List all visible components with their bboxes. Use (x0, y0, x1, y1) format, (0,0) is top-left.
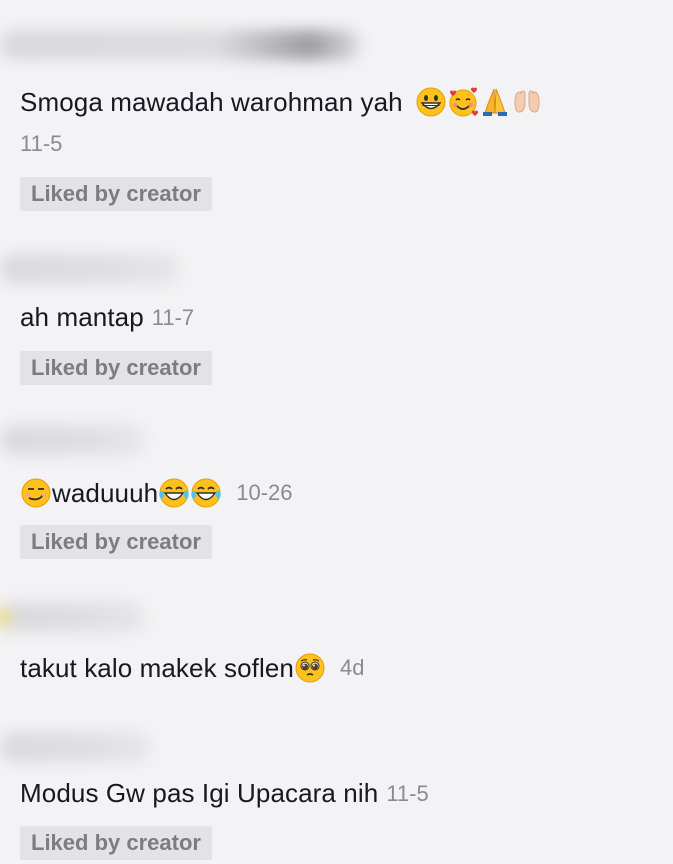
comment-line: Smoga mawadah warohman yah (20, 86, 543, 118)
comment-line: Modus Gw pas Igi Upacara nih 11-5 (20, 778, 429, 809)
comment-timestamp: 11-5 (20, 131, 63, 156)
liked-by-creator-badge: Liked by creator (20, 525, 212, 559)
liked-by-creator-badge: Liked by creator (20, 177, 212, 211)
comment-text: ah mantap (20, 302, 144, 332)
liked-by-creator-badge: Liked by creator (20, 826, 212, 860)
comment-text: waduuuh (52, 477, 159, 508)
comment-timestamp: 11-5 (386, 780, 429, 806)
comment-item[interactable]: Smoga mawadah warohman yah 11-5 Liked by… (0, 0, 673, 230)
username-blurred[interactable] (0, 425, 145, 455)
comment-item[interactable]: ah mantap 11-7 Liked by creator (0, 230, 673, 405)
comment-timestamp: 4d (340, 655, 365, 680)
comment-text: takut kalo makek soflen (20, 652, 294, 683)
comment-text: Modus Gw pas Igi Upacara nih (20, 778, 379, 808)
avatar-blur-accent (0, 608, 10, 628)
liked-by-creator-badge: Liked by creator (20, 351, 212, 385)
pleading-face-icon (294, 652, 326, 684)
comment-item[interactable]: Modus Gw pas Igi Upacara nih 11-5 Liked … (0, 710, 673, 864)
comment-line: ah mantap 11-7 (20, 302, 194, 333)
username-blurred[interactable] (0, 602, 145, 632)
smiling-face-with-hearts-icon (447, 86, 479, 118)
grinning-face-icon (415, 86, 447, 118)
comment-item[interactable]: waduuuh 10-26 Liked by creator (0, 405, 673, 580)
tears-of-joy-icon (190, 477, 222, 509)
comment-line: takut kalo makek soflen 4d (20, 652, 364, 684)
username-blurred[interactable] (0, 732, 150, 762)
comment-line: waduuuh 10-26 (20, 477, 293, 509)
comment-text: Smoga mawadah warohman yah (20, 86, 403, 117)
comment-timestamp: 11-7 (151, 304, 195, 330)
username-blurred[interactable] (0, 30, 360, 60)
raised-hands-icon (511, 86, 543, 118)
smirking-face-icon (20, 477, 52, 509)
username-blurred[interactable] (0, 254, 180, 284)
comment-timestamp: 10-26 (236, 480, 293, 505)
comment-item[interactable]: takut kalo makek soflen 4d (0, 580, 673, 710)
tears-of-joy-icon (158, 477, 190, 509)
folded-hands-icon (479, 86, 511, 118)
